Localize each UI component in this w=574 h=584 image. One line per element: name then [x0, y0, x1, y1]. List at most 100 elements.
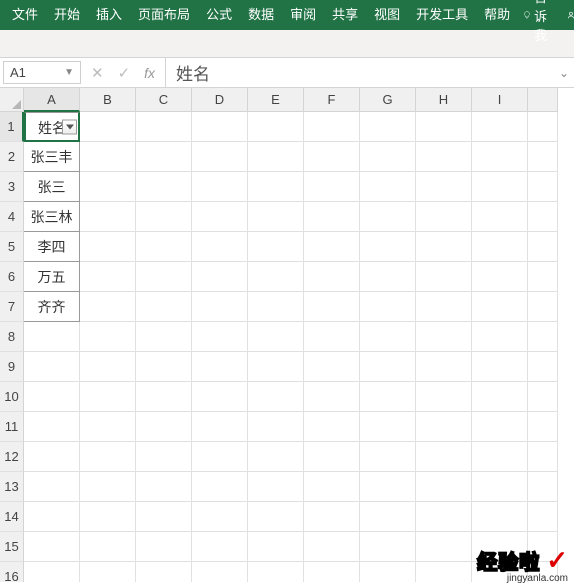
- cell[interactable]: [528, 292, 558, 322]
- cell[interactable]: [24, 352, 80, 382]
- cell[interactable]: [136, 202, 192, 232]
- row-header[interactable]: 14: [0, 502, 24, 532]
- cell[interactable]: [192, 472, 248, 502]
- col-header-a[interactable]: A: [24, 88, 80, 112]
- cell[interactable]: [528, 172, 558, 202]
- cell[interactable]: [80, 412, 136, 442]
- cell[interactable]: [192, 532, 248, 562]
- cell[interactable]: [248, 232, 304, 262]
- cell[interactable]: [136, 172, 192, 202]
- cell[interactable]: [416, 262, 472, 292]
- cell[interactable]: [304, 112, 360, 142]
- cell[interactable]: [360, 142, 416, 172]
- select-all-button[interactable]: [0, 88, 24, 112]
- cell[interactable]: [472, 112, 528, 142]
- cell[interactable]: [360, 472, 416, 502]
- cell[interactable]: [304, 562, 360, 582]
- cell[interactable]: [360, 322, 416, 352]
- cell-a1[interactable]: 姓名: [24, 112, 80, 142]
- cell[interactable]: [416, 412, 472, 442]
- cell[interactable]: [192, 562, 248, 582]
- cell[interactable]: [136, 442, 192, 472]
- cell-a2[interactable]: 张三丰: [24, 142, 80, 172]
- row-header[interactable]: 2: [0, 142, 24, 172]
- cell[interactable]: [304, 322, 360, 352]
- cell[interactable]: [528, 112, 558, 142]
- cell[interactable]: [192, 442, 248, 472]
- cell[interactable]: [472, 502, 528, 532]
- cell[interactable]: [472, 262, 528, 292]
- cell[interactable]: [136, 412, 192, 442]
- cell[interactable]: [248, 442, 304, 472]
- cell[interactable]: [472, 382, 528, 412]
- cell[interactable]: [24, 562, 80, 582]
- cell[interactable]: [360, 112, 416, 142]
- cell[interactable]: [416, 352, 472, 382]
- cell[interactable]: [416, 292, 472, 322]
- tab-file[interactable]: 文件: [4, 0, 46, 30]
- cell[interactable]: [528, 352, 558, 382]
- cell[interactable]: [360, 262, 416, 292]
- cell[interactable]: [136, 502, 192, 532]
- cell[interactable]: [24, 502, 80, 532]
- cell[interactable]: [24, 442, 80, 472]
- cell[interactable]: [472, 202, 528, 232]
- cell[interactable]: [416, 322, 472, 352]
- cell[interactable]: [80, 382, 136, 412]
- cell[interactable]: [136, 532, 192, 562]
- cell[interactable]: [528, 202, 558, 232]
- cell[interactable]: [304, 352, 360, 382]
- cell[interactable]: [136, 472, 192, 502]
- cell[interactable]: [248, 532, 304, 562]
- row-header[interactable]: 9: [0, 352, 24, 382]
- cell[interactable]: [416, 142, 472, 172]
- cell[interactable]: [304, 442, 360, 472]
- cell-a5[interactable]: 李四: [24, 232, 80, 262]
- cell[interactable]: [248, 262, 304, 292]
- tab-share-tab[interactable]: 共享: [324, 0, 366, 30]
- row-header[interactable]: 4: [0, 202, 24, 232]
- cell[interactable]: [416, 532, 472, 562]
- cell[interactable]: [360, 502, 416, 532]
- cell[interactable]: [360, 532, 416, 562]
- cell[interactable]: [416, 472, 472, 502]
- cell-a6[interactable]: 万五: [24, 262, 80, 292]
- cell[interactable]: [528, 142, 558, 172]
- cell[interactable]: [80, 292, 136, 322]
- cell[interactable]: [416, 382, 472, 412]
- cell[interactable]: [192, 202, 248, 232]
- cell[interactable]: [416, 232, 472, 262]
- cell[interactable]: [192, 172, 248, 202]
- cell[interactable]: [528, 412, 558, 442]
- row-header[interactable]: 13: [0, 472, 24, 502]
- cell[interactable]: [192, 322, 248, 352]
- share-button[interactable]: 共享: [559, 0, 574, 34]
- cell[interactable]: [192, 112, 248, 142]
- tab-insert[interactable]: 插入: [88, 0, 130, 30]
- cell[interactable]: [248, 322, 304, 352]
- cell[interactable]: [360, 292, 416, 322]
- col-header-f[interactable]: F: [304, 88, 360, 112]
- row-header[interactable]: 8: [0, 322, 24, 352]
- cell[interactable]: [80, 562, 136, 582]
- cell[interactable]: [528, 262, 558, 292]
- col-header-e[interactable]: E: [248, 88, 304, 112]
- cell[interactable]: [248, 292, 304, 322]
- cell[interactable]: [24, 412, 80, 442]
- cell-a3[interactable]: 张三: [24, 172, 80, 202]
- cell[interactable]: [136, 112, 192, 142]
- tab-home[interactable]: 开始: [46, 0, 88, 30]
- chevron-down-icon[interactable]: ▼: [64, 67, 74, 78]
- cell[interactable]: [80, 172, 136, 202]
- row-header[interactable]: 3: [0, 172, 24, 202]
- row-header[interactable]: 5: [0, 232, 24, 262]
- cancel-icon[interactable]: ✕: [91, 64, 104, 82]
- cell[interactable]: [360, 352, 416, 382]
- row-header[interactable]: 15: [0, 532, 24, 562]
- cell[interactable]: [248, 142, 304, 172]
- cell[interactable]: [304, 472, 360, 502]
- cell[interactable]: [416, 502, 472, 532]
- cell[interactable]: [192, 412, 248, 442]
- row-header[interactable]: 7: [0, 292, 24, 322]
- cell[interactable]: [248, 172, 304, 202]
